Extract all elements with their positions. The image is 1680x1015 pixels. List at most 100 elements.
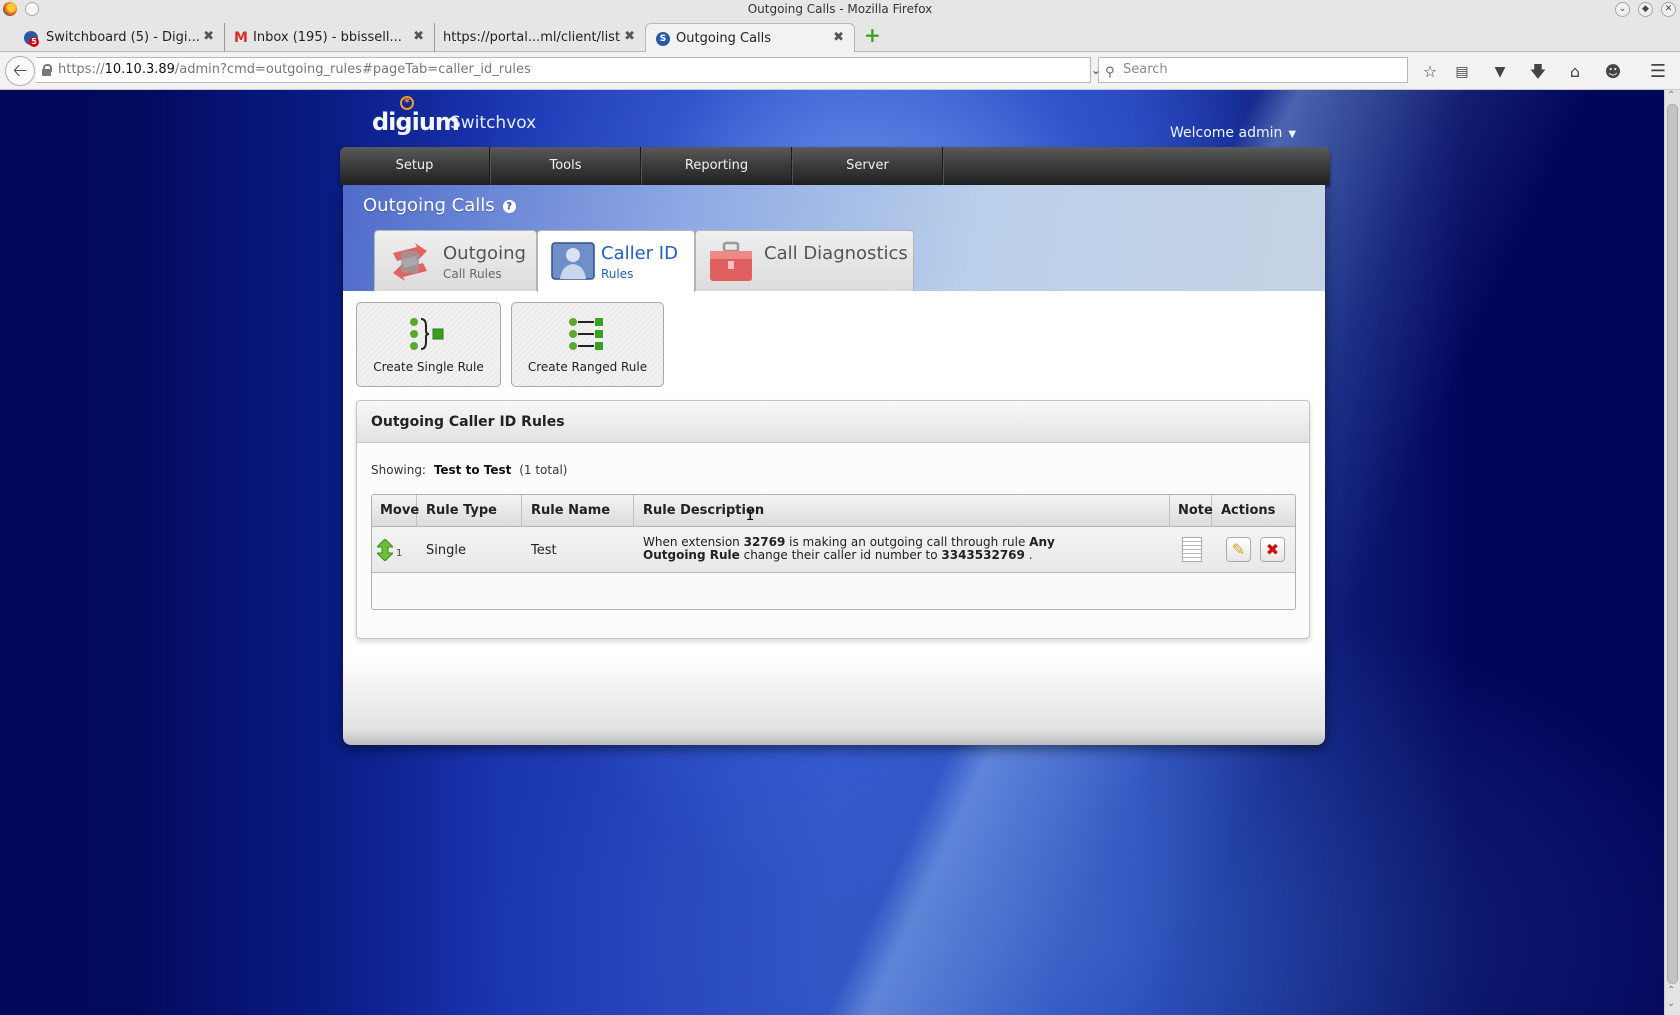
browser-toolbar: 🡠 https://10.10.3.89/admin?cmd=outgoing_…	[0, 52, 1680, 90]
search-icon: ⚲	[1105, 65, 1115, 80]
help-icon[interactable]: ?	[502, 200, 516, 213]
single-rule-icon	[409, 318, 443, 350]
tab-label: Inbox (195) - bbissell...	[253, 30, 402, 45]
caller-id-rules-panel: Outgoing Caller ID Rules Showing: Test t…	[356, 400, 1310, 639]
caller-id-person-icon	[551, 242, 595, 280]
reading-list-icon[interactable]: ▤	[1451, 61, 1473, 83]
desc-text: change their caller id number to	[739, 548, 942, 562]
minimize-button[interactable]: ⌄	[1615, 2, 1630, 17]
showing-range: Test to Test	[433, 463, 512, 477]
tab-label: https://portal...ml/client/list	[443, 30, 621, 45]
close-tab-icon[interactable]: ✖	[624, 29, 635, 44]
note-cell	[1170, 527, 1212, 573]
close-tab-icon[interactable]: ✖	[413, 29, 424, 44]
tab-subtitle: Call Rules	[443, 267, 502, 281]
logo-product: Switchvox	[450, 113, 537, 133]
column-rule-type[interactable]: Rule Type	[417, 495, 522, 527]
desc-text: When extension	[643, 535, 744, 549]
move-cell: 1	[372, 527, 417, 573]
search-placeholder: Search	[1123, 62, 1168, 77]
rule-name-cell: Test	[531, 542, 557, 558]
showing-label: Showing:	[371, 463, 426, 477]
home-icon[interactable]: ⌂	[1564, 61, 1586, 83]
lock-icon	[42, 64, 52, 76]
tab-title: Caller ID	[601, 243, 678, 264]
rules-table: Move Rule Type Rule Name Rule Descriptio…	[371, 494, 1296, 610]
panel-header: Outgoing Calls? Outgoing Call Rules Call…	[343, 185, 1325, 292]
outgoing-calls-arrows-icon	[393, 243, 427, 281]
ranged-rule-icon	[568, 318, 603, 350]
scroll-up-icon[interactable]: ⌃	[1667, 90, 1675, 101]
url-bar[interactable]: https://10.10.3.89/admin?cmd=outgoing_ru…	[36, 57, 1121, 83]
new-tab-plus-icon[interactable]: +	[864, 25, 881, 45]
table-header: Move Rule Type Rule Name Rule Descriptio…	[372, 495, 1295, 527]
hamburger-menu-icon[interactable]: ☰	[1647, 61, 1669, 83]
nav-tools[interactable]: Tools	[491, 147, 641, 185]
browser-tab-inbox[interactable]: M Inbox (195) - bbissell... ✖	[225, 23, 435, 52]
toolbox-icon	[710, 241, 752, 281]
tab-subtitle: Rules	[601, 267, 634, 281]
move-up-down-icon[interactable]	[377, 539, 393, 561]
maximize-button[interactable]: ◆	[1638, 2, 1653, 17]
chat-icon[interactable]: ☻	[1602, 61, 1624, 83]
edit-pencil-icon[interactable]: ✎	[1226, 537, 1251, 562]
browser-tab-portal[interactable]: https://portal...ml/client/list ✖	[435, 23, 645, 52]
tab-title: Outgoing	[443, 243, 526, 264]
window-titlebar: Outgoing Calls - Mozilla Firefox ⌄ ◆ ✕	[0, 0, 1680, 19]
tab-title: Call Diagnostics	[764, 243, 908, 264]
column-rule-name[interactable]: Rule Name	[522, 495, 634, 527]
content-panel: Outgoing Calls? Outgoing Call Rules Call…	[343, 185, 1325, 745]
rule-description-cell: When extension 32769 is making an outgoi…	[634, 527, 1104, 573]
url-host: 10.10.3.89	[104, 62, 175, 77]
nav-server[interactable]: Server	[793, 147, 943, 185]
tab-label: Outgoing Calls	[676, 31, 772, 46]
column-move[interactable]: Move	[372, 495, 419, 527]
scroll-down-icon[interactable]: ⌄	[1667, 998, 1675, 1009]
note-icon[interactable]	[1182, 537, 1202, 562]
column-rule-description[interactable]: Rule Description	[634, 495, 1170, 527]
logo-brand: digium	[372, 108, 460, 136]
desc-number: 3343532769	[941, 548, 1025, 562]
tab-caller-id-rules[interactable]: Caller ID Rules	[537, 230, 695, 292]
column-actions: Actions	[1221, 503, 1276, 518]
page-scrollbar[interactable]: ⌃ ⌃ ⌄	[1664, 90, 1680, 1015]
desc-extension: 32769	[743, 535, 786, 549]
browser-tab-outgoing-calls[interactable]: S Outgoing Calls ✖	[645, 23, 855, 53]
window-title: Outgoing Calls - Mozilla Firefox	[747, 2, 933, 16]
scrollbar-thumb[interactable]	[1667, 104, 1678, 984]
showing-summary: Showing: Test to Test (1 total)	[371, 463, 567, 477]
nav-reporting[interactable]: Reporting	[642, 147, 792, 185]
desc-text: is making an outgoing call through rule	[785, 535, 1030, 549]
delete-x-icon[interactable]: ✖	[1260, 537, 1285, 562]
showing-total: (1 total)	[519, 463, 568, 477]
back-arrow-icon[interactable]: 🡠	[5, 56, 35, 86]
tab-call-diagnostics[interactable]: Call Diagnostics	[695, 230, 914, 291]
close-tab-icon[interactable]: ✖	[203, 29, 214, 44]
create-single-rule-button[interactable]: Create Single Rule	[356, 302, 501, 387]
switchvox-icon: S	[656, 32, 670, 46]
browser-tab-switchboard[interactable]: Switchboard (5) - Digi... ✖	[0, 23, 225, 52]
bookmark-star-icon[interactable]: ☆	[1419, 61, 1441, 83]
switchboard-icon	[24, 31, 39, 47]
tab-label: Switchboard (5) - Digi...	[46, 30, 200, 45]
gmail-icon: M	[234, 30, 248, 46]
tab-outgoing-call-rules[interactable]: Outgoing Call Rules	[374, 230, 537, 291]
download-icon[interactable]: 🡇	[1527, 61, 1549, 83]
rule-type-cell: Single	[426, 542, 466, 558]
create-ranged-rule-button[interactable]: Create Ranged Rule	[511, 302, 664, 387]
actions-cell: ✎ ✖	[1212, 527, 1295, 573]
rules-panel-title: Outgoing Caller ID Rules	[357, 401, 1309, 443]
close-window-button[interactable]: ✕	[1661, 2, 1676, 17]
pocket-icon[interactable]: ▼	[1489, 61, 1511, 83]
order-number: 1	[396, 547, 403, 559]
close-tab-icon[interactable]: ✖	[833, 30, 844, 45]
button-label: Create Single Rule	[373, 360, 484, 374]
text-cursor-icon: I	[746, 508, 755, 524]
user-menu[interactable]: Welcome admin ▼	[1170, 125, 1296, 141]
scroll-up-icon[interactable]: ⌃	[1667, 985, 1675, 996]
url-scheme: https://	[58, 62, 105, 77]
nav-setup[interactable]: Setup	[340, 147, 490, 185]
main-nav: Setup Tools Reporting Server	[340, 147, 1330, 185]
browser-tab-strip: Switchboard (5) - Digi... ✖ M Inbox (195…	[0, 19, 1680, 53]
search-input[interactable]: ⚲ Search	[1098, 57, 1408, 83]
